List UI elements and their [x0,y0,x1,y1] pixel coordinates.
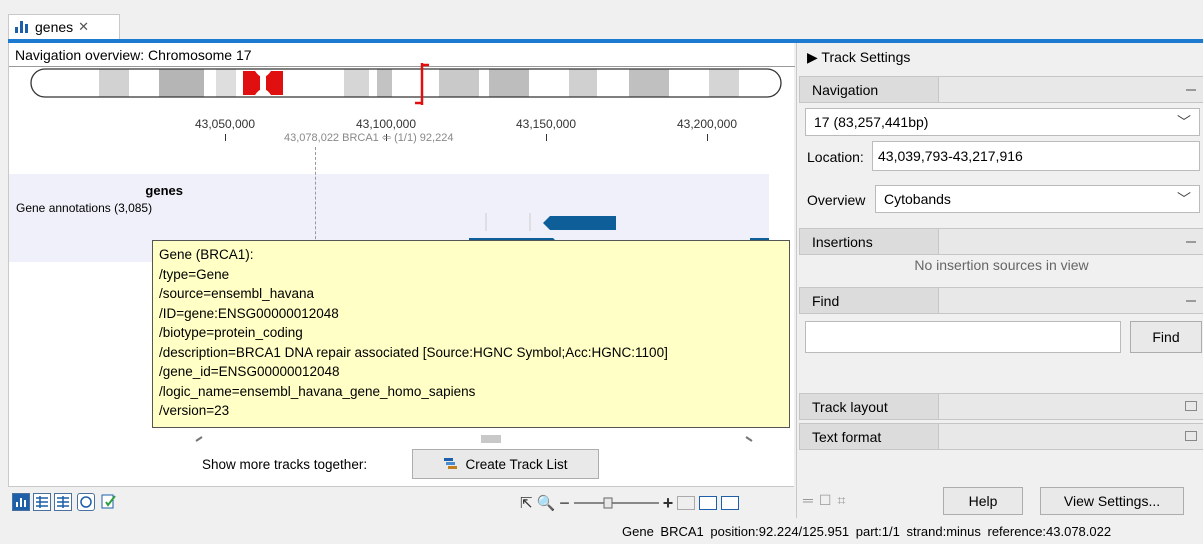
tick-label: 43,050,000 [194,117,256,131]
zoom-to-selection-icon[interactable] [677,496,696,510]
zoom-in-button[interactable]: + [663,493,674,514]
tooltip-line: /biotype=protein_coding [159,325,303,340]
find-input[interactable] [805,321,1121,353]
tooltip-line: /type=Gene [159,266,230,282]
tooltip-line: /ID=gene:ENSG00000012048 [159,305,339,321]
tooltip-line: Gene (BRCA1): [159,247,254,262]
history-view-icon[interactable] [77,493,95,511]
zoom-out-button[interactable]: − [559,493,570,514]
feature-tooltip: Gene (BRCA1): /type=Gene /source=ensembl… [152,240,790,428]
expand-icon[interactable] [1185,401,1197,411]
tooltip-line: /logic_name=ensembl_havana_gene_homo_sap… [159,383,476,399]
bar-chart-icon [15,21,31,33]
tooltip-line: /source=ensembl_havana [159,286,314,301]
no-insertions-text: No insertion sources in view [914,257,1089,273]
dock-icon[interactable]: ⌗ [837,492,845,509]
horizontal-scrollbar[interactable] [194,430,754,443]
expand-all-icon[interactable]: ☐ [819,492,832,509]
tick-label: 43,200,000 [676,117,738,131]
tooltip-line: /description=BRCA1 DNA repair associated… [159,344,668,360]
tab-label: genes [35,19,74,35]
selection-mode-icon[interactable]: ⇱ [520,494,533,512]
track-list-icon [443,457,459,471]
find-button[interactable]: Find [1130,321,1202,353]
expand-icon[interactable] [1185,431,1197,441]
section-header-label: Text format [799,423,939,450]
create-track-list-label: Create Track List [465,456,568,472]
collapse-panel-icon[interactable]: ▶ [807,49,821,65]
section-header-label: Navigation [799,76,939,103]
collapse-all-icon[interactable]: ═ [803,492,813,509]
collapse-icon[interactable] [1186,241,1196,243]
create-track-list-button[interactable]: Create Track List [412,449,599,479]
track-settings-panel: ▶ Track Settings Navigation 17 (83,257,4… [796,43,1203,518]
genome-browser-view[interactable]: Navigation overview: Chromosome 17 43,05… [8,43,795,486]
tooltip-line: /gene_id=ENSG00000012048 [159,364,340,379]
section-navigation[interactable]: Navigation [799,76,1203,103]
status-bar: Gene BRCA1 position:92.224/125.951 part:… [0,519,1203,544]
location-input[interactable]: 43,039,793-43,217,916 [872,141,1200,171]
track-settings-title[interactable]: ▶ Track Settings [807,49,910,66]
chromosome-select[interactable]: 17 (83,257,441bp) ﹀ [805,108,1200,136]
section-insertions[interactable]: Insertions [799,228,1203,255]
status-text: Gene BRCA1 position:92.224/125.951 part:… [622,524,1112,539]
section-find[interactable]: Find [799,287,1203,314]
show-more-tracks-row: Show more tracks together: Create Track … [9,445,795,485]
tab-strip: genes ✕ [0,0,1203,43]
collapse-icon[interactable] [1186,89,1196,91]
tick-label: 43,100,000 [355,117,417,131]
overview-select[interactable]: Cytobands ﹀ [875,185,1200,213]
section-header-label: Insertions [799,228,939,255]
element-info-icon[interactable] [100,493,118,511]
zoom-slider[interactable] [573,496,659,510]
chevron-down-icon: ﹀ [1177,114,1191,130]
table-view-icon[interactable] [33,493,51,511]
gene-feature [543,216,616,230]
chromosome-ideogram[interactable] [9,43,795,113]
chevron-down-icon: ﹀ [1177,191,1191,207]
section-track-layout[interactable]: Track layout [799,393,1203,420]
overview-label: Overview [807,192,866,208]
split-table-view-icon[interactable] [54,493,72,511]
coordinate-ruler: 43,050,000 43,100,000 43,150,000 43,200,… [9,113,795,173]
section-header-label: Find [799,287,939,314]
tick-label: 43,150,000 [515,117,577,131]
tooltip-line: /version=23 [159,403,230,418]
tab-genes[interactable]: genes ✕ [8,14,120,39]
view-settings-button[interactable]: View Settings... [1040,487,1184,515]
panel-layout-icons: ═ ☐ ⌗ [803,492,845,509]
cursor-position-info: 43,078,022 BRCA1 ⇦ (1/1) 92,224 [284,132,454,144]
zoom-in-mode-icon[interactable]: 🔍 [537,494,556,512]
editor-toolbar: ⇱ 🔍 − + [8,486,794,518]
collapse-icon[interactable] [1186,300,1196,302]
graphical-view-icon[interactable] [12,493,30,511]
close-icon[interactable]: ✕ [78,19,89,35]
zoom-to-fit-icon[interactable] [699,496,718,510]
show-more-label: Show more tracks together: [202,457,368,472]
location-label: Location: [807,149,864,165]
section-header-label: Track layout [799,393,939,420]
zoom-to-base-level-icon[interactable] [721,496,740,510]
section-text-format[interactable]: Text format [799,423,1203,450]
help-button[interactable]: Help [943,487,1023,515]
zoom-controls: ⇱ 🔍 − + [520,492,740,514]
